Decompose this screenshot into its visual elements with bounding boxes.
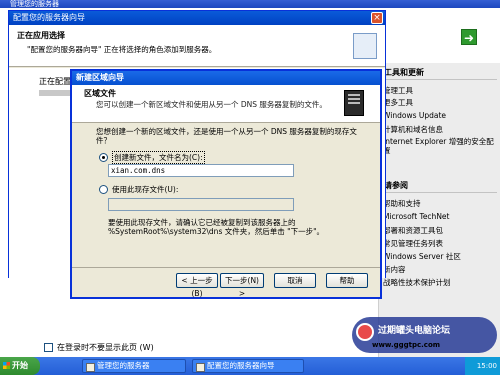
- option-new-radio[interactable]: [99, 153, 108, 162]
- wizard1-heading: 正在应用选择: [17, 31, 65, 40]
- link-server-community[interactable]: Windows Server 社区: [383, 251, 461, 262]
- desktop-title-bar: 管理您的服务器: [0, 0, 500, 8]
- existing-file-input[interactable]: [108, 198, 294, 211]
- link-common-tasks[interactable]: 常见管理任务列表: [383, 238, 443, 249]
- wizard2-heading: 区域文件: [84, 89, 116, 98]
- link-computer-info[interactable]: 计算机和域名信息: [383, 124, 443, 135]
- link-windows-update[interactable]: Windows Update: [383, 111, 446, 120]
- manager-side-panel: 工具和更新 管理工具 更多工具 Windows Update 计算机和域名信息 …: [378, 63, 500, 357]
- dont-show-checkbox[interactable]: [44, 343, 53, 352]
- taskbar-item-config-wizard[interactable]: 配置您的服务器向导: [192, 359, 304, 373]
- see-also-section-title: 请参阅: [381, 179, 497, 193]
- help-button[interactable]: 帮助: [326, 273, 368, 288]
- wizard1-header: 正在应用选择 "配置您的服务器向导" 正在将选择的角色添加到服务器。: [9, 25, 385, 67]
- dont-show-checkbox-row[interactable]: 在登录时不要显示此页 (W): [44, 342, 154, 353]
- link-technet[interactable]: Microsoft TechNet: [383, 212, 449, 221]
- forum-watermark: 过期罐头电脑论坛 www.gggtpc.com: [352, 317, 497, 353]
- zone-file-question: 您想创建一个新的区域文件，还是使用一个从另一个 DNS 服务器复制的现存文件？: [96, 127, 357, 145]
- link-help-support[interactable]: 帮助和支持: [383, 198, 421, 209]
- option-new-label: 创建新文件，文件名为(C):: [112, 151, 205, 164]
- cancel-button[interactable]: 取消: [274, 273, 316, 288]
- wizard1-title-bar: 配置您的服务器向导 ×: [9, 11, 385, 25]
- taskbar: 开始 管理您的服务器 配置您的服务器向导 15:00: [0, 357, 500, 375]
- option-existing-file[interactable]: 使用此现存文件(U):: [99, 184, 178, 195]
- wizard2-title-bar: 新建区域向导: [72, 71, 380, 85]
- system-tray-clock[interactable]: 15:00: [465, 357, 500, 375]
- forum-logo-icon: [356, 323, 374, 341]
- server-wizard-icon: [353, 33, 377, 59]
- link-admin-tools[interactable]: 管理工具: [383, 85, 413, 96]
- wizard1-title: 配置您的服务器向导: [13, 13, 85, 22]
- wizard1-subheading: "配置您的服务器向导" 正在将选择的角色添加到服务器。: [27, 45, 217, 54]
- desktop-title: 管理您的服务器: [10, 0, 59, 8]
- go-arrow-icon[interactable]: ➜: [461, 29, 477, 45]
- option-existing-label: 使用此现存文件(U):: [112, 185, 179, 194]
- existing-file-note: 要使用此现存文件，请确认它已经被复制到该服务器上的 %SystemRoot%\s…: [108, 218, 325, 236]
- link-ie-esc[interactable]: Internet Explorer 增强的安全配置: [383, 137, 497, 155]
- wizard2-title: 新建区域向导: [76, 73, 124, 82]
- wizard2-footer-divider: [72, 267, 380, 268]
- option-new-file[interactable]: 创建新文件，文件名为(C):: [99, 151, 205, 164]
- tools-section-title: 工具和更新: [381, 66, 497, 80]
- start-button[interactable]: 开始: [0, 357, 40, 375]
- wizard2-header: 区域文件 您可以创建一个新区域文件和使用从另一个 DNS 服务器复制的文件。: [72, 85, 380, 123]
- dont-show-label: 在登录时不要显示此页 (W): [57, 343, 154, 352]
- back-button[interactable]: < 上一步(B): [176, 273, 218, 298]
- server-icon: [344, 90, 364, 116]
- new-file-name-input[interactable]: xian.com.dns: [108, 164, 294, 177]
- new-zone-wizard: 新建区域向导 区域文件 您可以创建一个新区域文件和使用从另一个 DNS 服务器复…: [70, 69, 382, 299]
- next-button[interactable]: 下一步(N) >: [220, 273, 264, 298]
- link-whats-new[interactable]: 新内容: [383, 264, 406, 275]
- watermark-text: 过期罐头电脑论坛: [378, 326, 451, 336]
- link-more-tools[interactable]: 更多工具: [383, 97, 413, 108]
- watermark-url: www.gggtpc.com: [372, 341, 441, 349]
- wizard2-subheading: 您可以创建一个新区域文件和使用从另一个 DNS 服务器复制的文件。: [96, 100, 327, 109]
- option-existing-radio[interactable]: [99, 185, 108, 194]
- link-security-program[interactable]: 战略性技术保护计划: [383, 277, 451, 288]
- link-deploy-kit[interactable]: 部署和资源工具包: [383, 225, 443, 236]
- close-icon[interactable]: ×: [371, 12, 383, 24]
- taskbar-item-manage-server[interactable]: 管理您的服务器: [82, 359, 186, 373]
